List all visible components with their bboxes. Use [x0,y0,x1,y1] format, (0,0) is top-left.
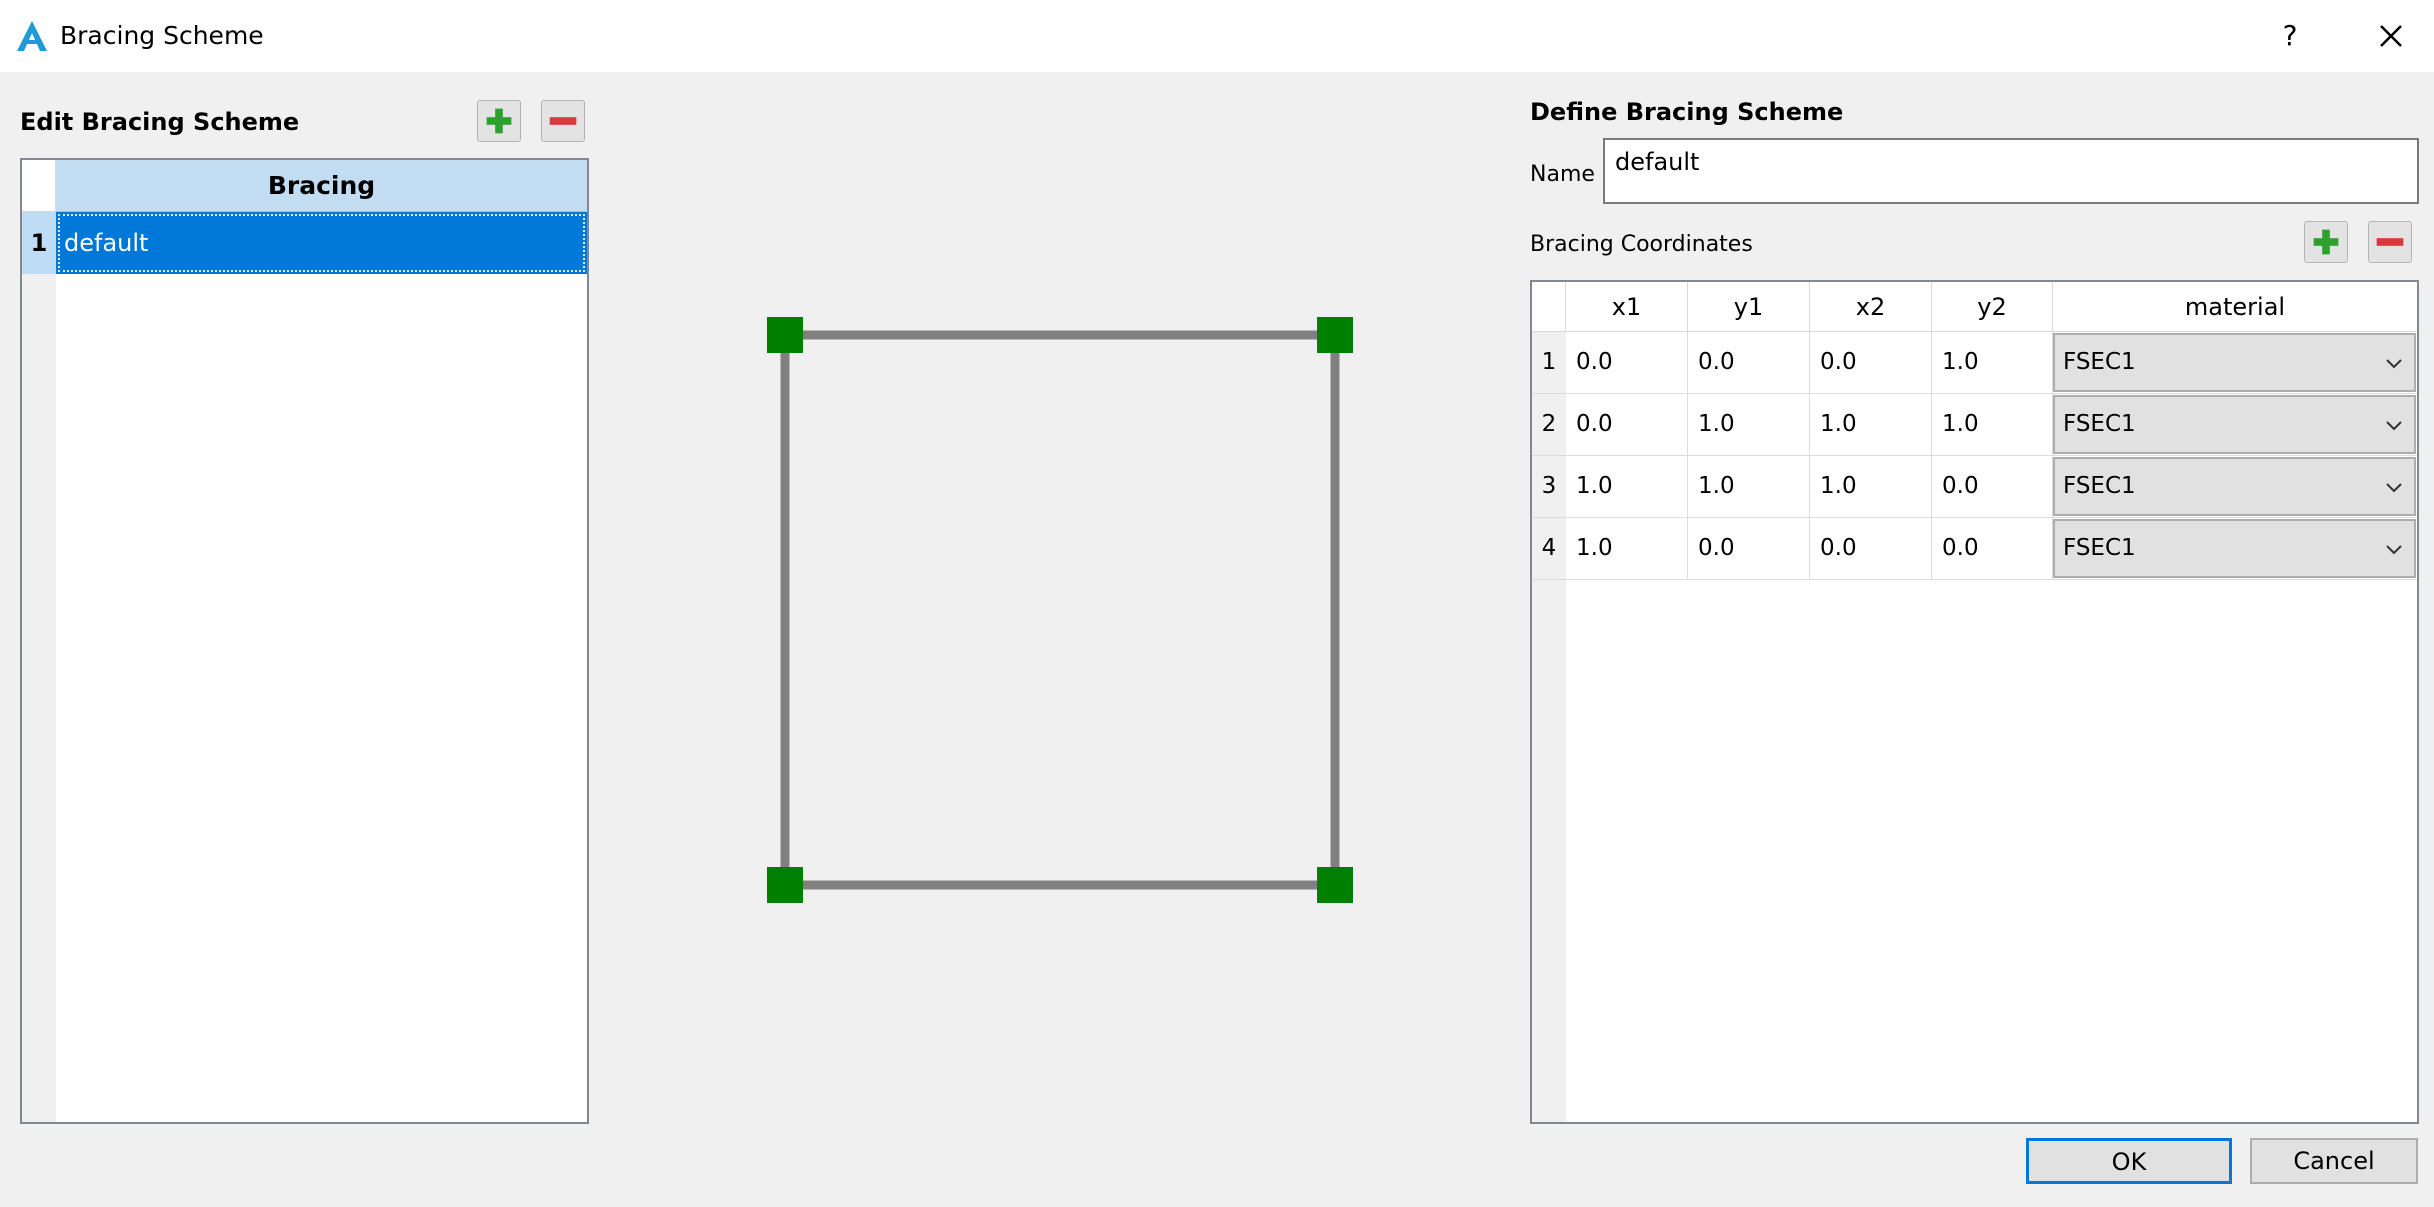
row-number[interactable]: 1 [1532,332,1566,393]
bracing-coordinates-label: Bracing Coordinates [1530,232,1753,257]
add-bracing-button[interactable] [477,100,521,142]
cell-y1[interactable]: 0.0 [1688,332,1810,393]
cell-y2[interactable]: 0.0 [1932,456,2053,517]
row-number[interactable]: 4 [1532,518,1566,579]
plus-icon [2313,229,2339,255]
bracing-column-header[interactable]: Bracing [56,160,587,212]
material-value: FSEC1 [2063,411,2136,437]
cell-y1[interactable]: 1.0 [1688,394,1810,455]
cell-x1[interactable]: 0.0 [1566,332,1688,393]
remove-coordinate-button[interactable] [2368,221,2412,263]
bracing-list-item[interactable]: default [56,212,587,274]
table-header: x1 y1 x2 y2 material [1532,282,2417,332]
table-row: 2 0.0 1.0 1.0 1.0 FSEC1 [1532,394,2417,456]
material-dropdown[interactable]: FSEC1 [2053,519,2416,578]
remove-bracing-button[interactable] [541,100,585,142]
table-corner [22,160,56,212]
cell-y2[interactable]: 1.0 [1932,394,2053,455]
column-header-y2[interactable]: y2 [1932,282,2053,332]
cell-y2[interactable]: 0.0 [1932,518,2053,579]
cell-x1[interactable]: 0.0 [1566,394,1688,455]
coordinates-table: x1 y1 x2 y2 material 1 0.0 0.0 0.0 1.0 F… [1530,280,2419,1124]
table-corner [1532,282,1566,332]
bracing-list: Bracing 1 default [20,158,589,1124]
row-number[interactable]: 3 [1532,456,1566,517]
row-number[interactable]: 2 [1532,394,1566,455]
material-dropdown[interactable]: FSEC1 [2053,333,2416,392]
bracing-node-3[interactable] [1317,317,1353,353]
close-icon [2380,25,2402,47]
material-value: FSEC1 [2063,535,2136,561]
chevron-down-icon [2386,359,2402,369]
cell-y1[interactable]: 0.0 [1688,518,1810,579]
bracing-node-2[interactable] [767,317,803,353]
material-dropdown[interactable]: FSEC1 [2053,395,2416,454]
column-header-x1[interactable]: x1 [1566,282,1688,332]
app-logo-icon [14,18,50,54]
window-title: Bracing Scheme [60,21,264,50]
cell-x2[interactable]: 0.0 [1810,332,1932,393]
chevron-down-icon [2386,545,2402,555]
material-dropdown[interactable]: FSEC1 [2053,457,2416,516]
cell-x2[interactable]: 0.0 [1810,518,1932,579]
edit-bracing-title: Edit Bracing Scheme [20,108,300,136]
cell-y2[interactable]: 1.0 [1932,332,2053,393]
table-row: 1 0.0 0.0 0.0 1.0 FSEC1 [1532,332,2417,394]
table-row: 4 1.0 0.0 0.0 0.0 FSEC1 [1532,518,2417,580]
column-header-material[interactable]: material [2053,282,2417,332]
minus-icon [2376,238,2404,246]
cancel-button[interactable]: Cancel [2250,1138,2418,1184]
column-header-x2[interactable]: x2 [1810,282,1932,332]
bracing-node-4[interactable] [1317,867,1353,903]
help-button[interactable]: ? [2268,16,2312,56]
title-bar [0,0,2434,72]
material-value: FSEC1 [2063,473,2136,499]
row-header-strip [22,160,56,1122]
bracing-node-1[interactable] [767,867,803,903]
minus-icon [549,117,577,125]
row-number[interactable]: 1 [22,212,56,274]
cell-y1[interactable]: 1.0 [1688,456,1810,517]
cell-x1[interactable]: 1.0 [1566,518,1688,579]
chevron-down-icon [2386,421,2402,431]
add-coordinate-button[interactable] [2304,221,2348,263]
name-input[interactable] [1603,138,2419,204]
cell-x1[interactable]: 1.0 [1566,456,1688,517]
chevron-down-icon [2386,483,2402,493]
bracing-preview [767,317,1353,903]
cell-x2[interactable]: 1.0 [1810,456,1932,517]
column-header-y1[interactable]: y1 [1688,282,1810,332]
name-label: Name [1530,162,1595,187]
table-row: 3 1.0 1.0 1.0 0.0 FSEC1 [1532,456,2417,518]
ok-button[interactable]: OK [2026,1138,2232,1184]
close-button[interactable] [2366,16,2416,56]
material-value: FSEC1 [2063,349,2136,375]
plus-icon [486,108,512,134]
define-bracing-title: Define Bracing Scheme [1530,98,1844,126]
cell-x2[interactable]: 1.0 [1810,394,1932,455]
